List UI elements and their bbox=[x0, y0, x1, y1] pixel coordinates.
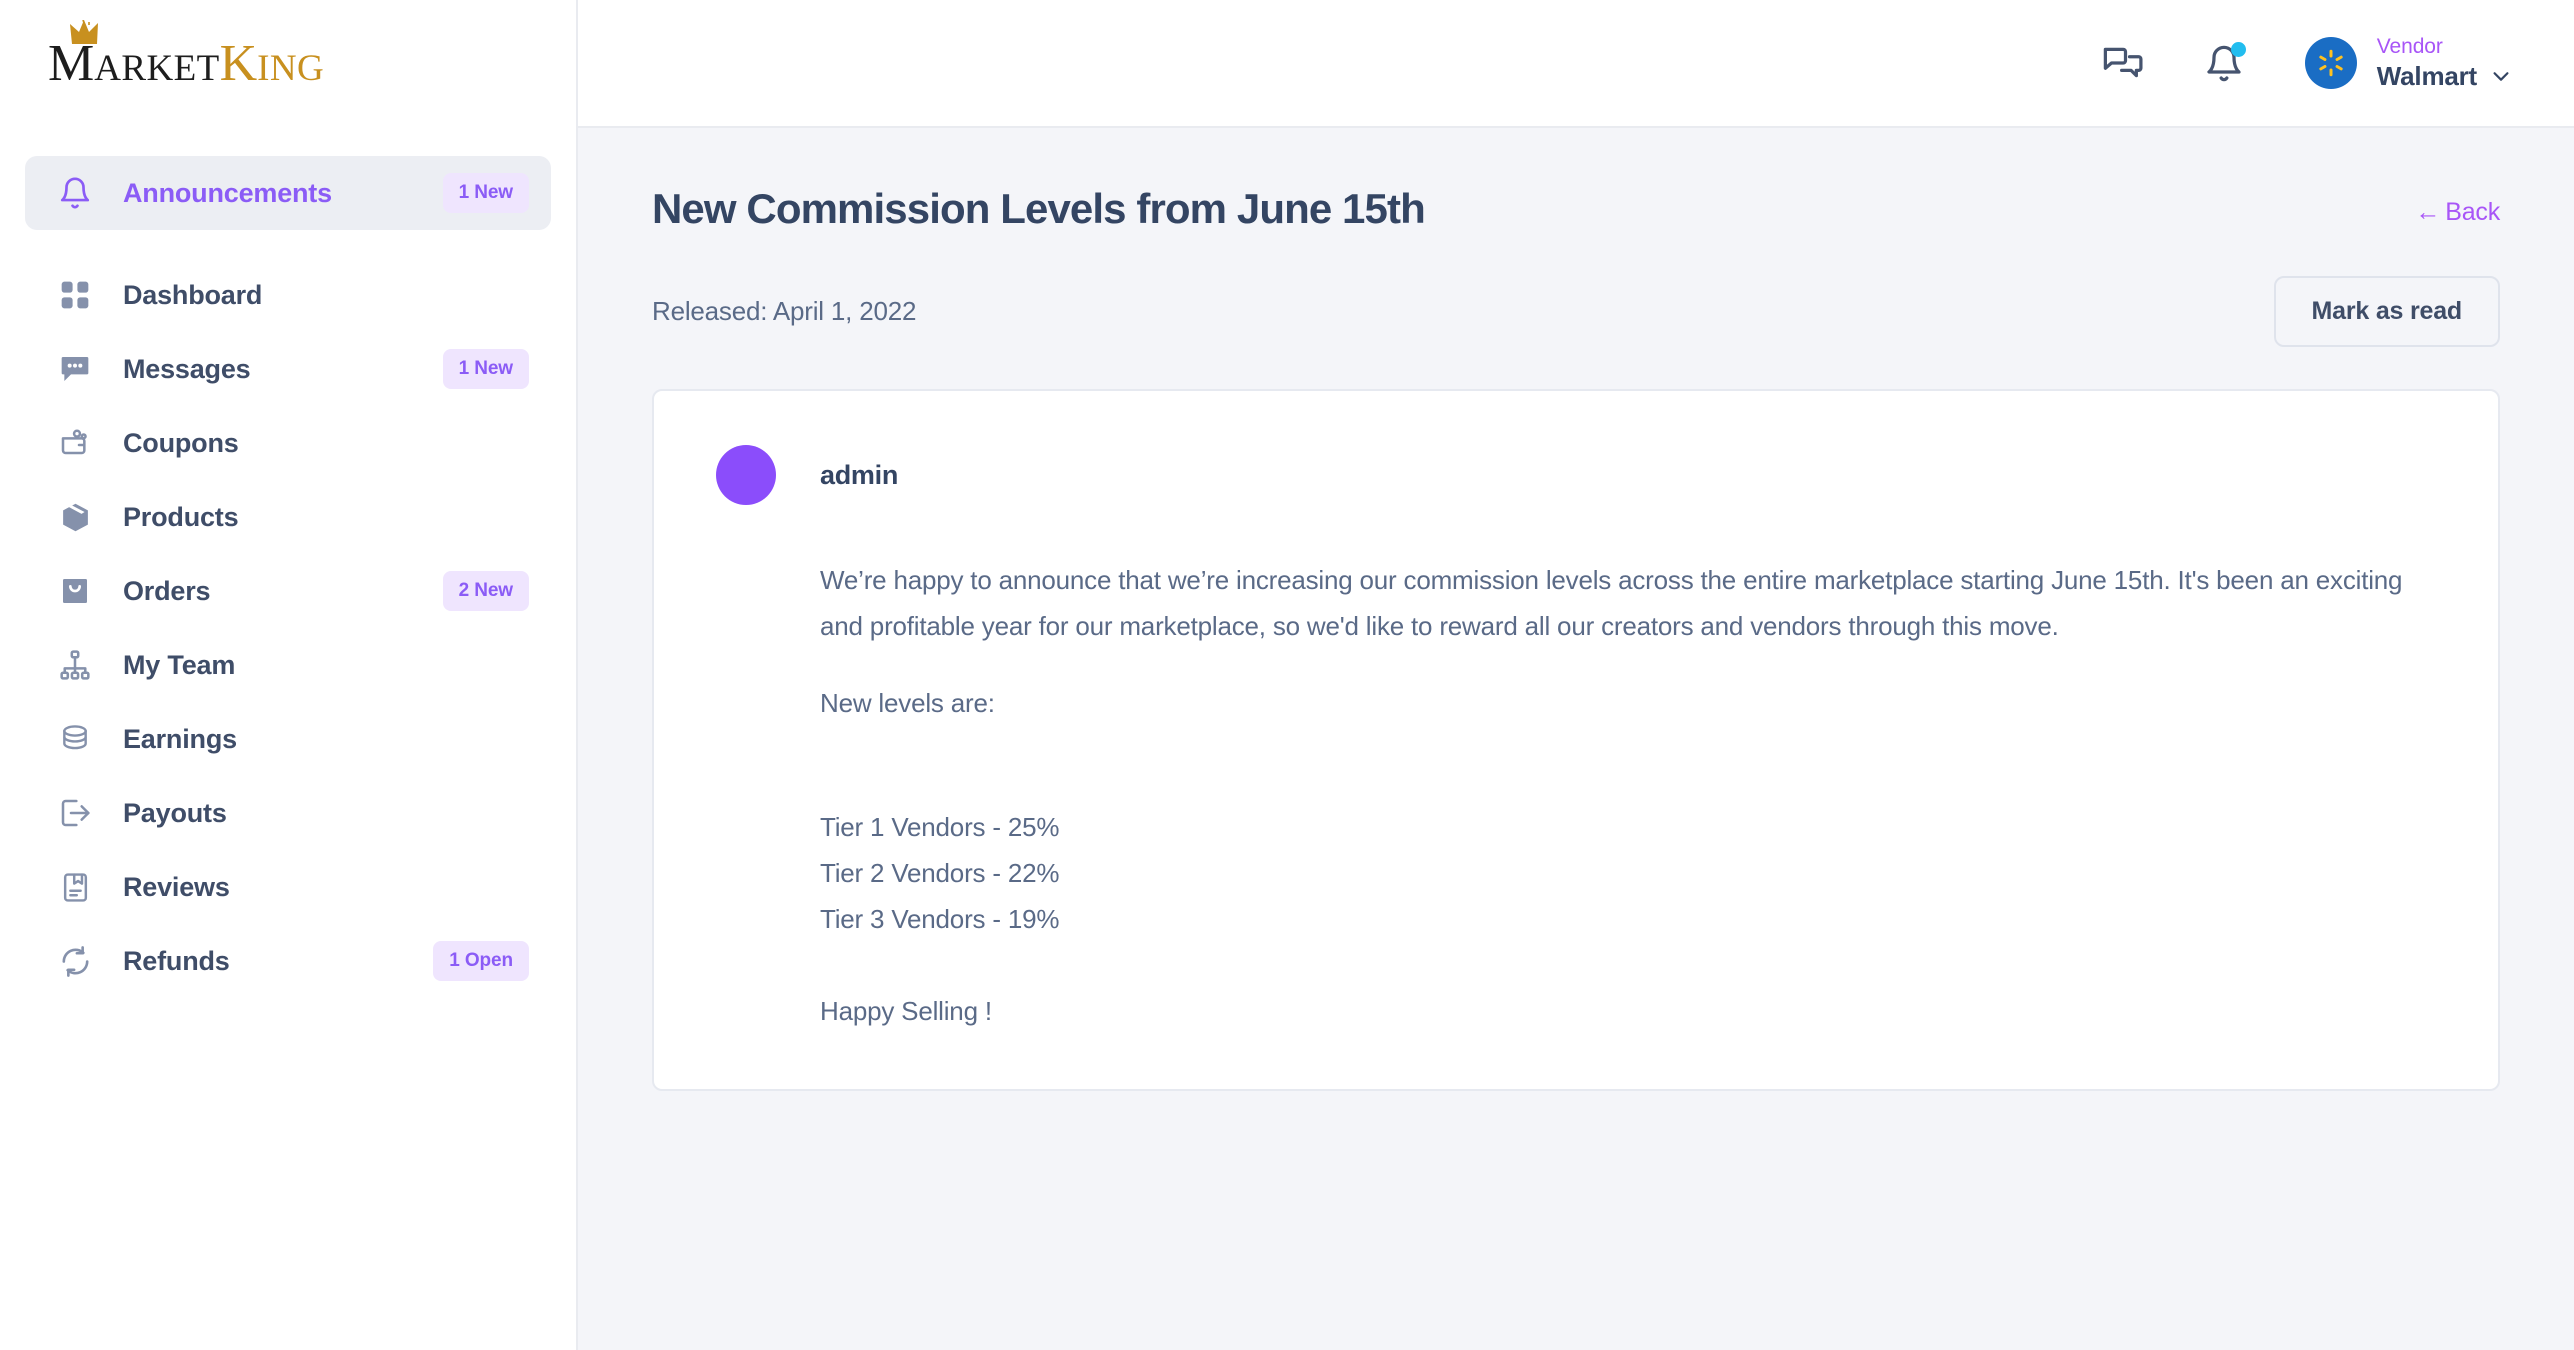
page-title: New Commission Levels from June 15th bbox=[652, 184, 1425, 234]
notification-bell-icon[interactable] bbox=[2201, 40, 2247, 86]
notification-dot bbox=[2231, 42, 2246, 57]
announcement-paragraph-2: New levels are: bbox=[820, 680, 2436, 726]
sidebar-item-coupons[interactable]: Coupons bbox=[25, 406, 551, 480]
sidebar-item-label: Announcements bbox=[123, 178, 332, 209]
author-name: admin bbox=[820, 460, 898, 491]
tier-item: Tier 2 Vendors - 22% bbox=[820, 850, 2436, 896]
sidebar-badge: 2 New bbox=[443, 571, 529, 611]
sidebar-item-label: Dashboard bbox=[123, 280, 262, 311]
mark-as-read-button[interactable]: Mark as read bbox=[2274, 276, 2500, 347]
sidebar-item-announcements[interactable]: Announcements 1 New bbox=[25, 156, 551, 230]
sidebar-item-label: Reviews bbox=[123, 872, 230, 903]
app-root: MARKETKING Announcements 1 New bbox=[0, 0, 2574, 1350]
page-meta-row: Released: April 1, 2022 Mark as read bbox=[652, 276, 2500, 347]
sidebar-item-my-team[interactable]: My Team bbox=[25, 628, 551, 702]
back-label: Back bbox=[2445, 198, 2500, 227]
announcement-body: We’re happy to announce that we’re incre… bbox=[820, 557, 2436, 1034]
logo-k: K bbox=[220, 35, 258, 92]
sidebar-item-reviews[interactable]: Reviews bbox=[25, 850, 551, 924]
avatar bbox=[716, 445, 776, 505]
sidebar-item-label: Earnings bbox=[123, 724, 237, 755]
sidebar-item-label: Orders bbox=[123, 576, 210, 607]
back-link[interactable]: ← Back bbox=[2415, 184, 2500, 227]
sidebar-divider-gap bbox=[0, 230, 576, 258]
arrow-left-icon: ← bbox=[2415, 200, 2440, 225]
announcement-paragraph-1: We’re happy to announce that we’re incre… bbox=[820, 557, 2436, 649]
tier-list: Tier 1 Vendors - 25% Tier 2 Vendors - 22… bbox=[820, 804, 2436, 942]
sidebar-item-label: Coupons bbox=[123, 428, 239, 459]
crown-icon bbox=[70, 20, 112, 46]
box-icon bbox=[53, 495, 97, 539]
profile-role: Vendor bbox=[2377, 35, 2443, 58]
announcement-author-row: admin bbox=[716, 445, 2436, 505]
refresh-icon bbox=[53, 939, 97, 983]
sidebar-item-payouts[interactable]: Payouts bbox=[25, 776, 551, 850]
main-area: Vendor Walmart New Commission Levels fro… bbox=[578, 0, 2574, 1350]
sidebar-item-dashboard[interactable]: Dashboard bbox=[25, 258, 551, 332]
sidebar-item-label: Payouts bbox=[123, 798, 227, 829]
released-date: Released: April 1, 2022 bbox=[652, 296, 916, 327]
tier-item: Tier 1 Vendors - 25% bbox=[820, 804, 2436, 850]
sidebar: MARKETKING Announcements 1 New bbox=[0, 0, 578, 1350]
walmart-spark-icon bbox=[2305, 37, 2357, 89]
sidebar-item-earnings[interactable]: Earnings bbox=[25, 702, 551, 776]
sidebar-item-refunds[interactable]: Refunds 1 Open bbox=[25, 924, 551, 998]
sidebar-item-label: Messages bbox=[123, 354, 250, 385]
sidebar-badge: 1 New bbox=[443, 173, 529, 213]
announcement-card: admin We’re happy to announce that we’re… bbox=[652, 389, 2500, 1091]
sidebar-item-orders[interactable]: Orders 2 New bbox=[25, 554, 551, 628]
payout-icon bbox=[53, 791, 97, 835]
logo-ing: ING bbox=[257, 48, 324, 89]
brand-logo[interactable]: MARKETKING bbox=[0, 0, 576, 128]
coins-icon bbox=[53, 717, 97, 761]
wallet-icon bbox=[53, 421, 97, 465]
sidebar-item-label: My Team bbox=[123, 650, 235, 681]
page-content: New Commission Levels from June 15th ← B… bbox=[578, 128, 2574, 1350]
chat-icon bbox=[53, 347, 97, 391]
sidebar-nav: Announcements 1 New Dashboard bbox=[0, 128, 576, 998]
hierarchy-icon bbox=[53, 643, 97, 687]
profile-menu[interactable]: Vendor Walmart bbox=[2305, 34, 2512, 93]
sidebar-badge: 1 Open bbox=[433, 941, 529, 981]
sidebar-badge: 1 New bbox=[443, 349, 529, 389]
sidebar-item-label: Refunds bbox=[123, 946, 230, 977]
bag-icon bbox=[53, 569, 97, 613]
chat-bubbles-icon[interactable] bbox=[2099, 40, 2145, 86]
chevron-down-icon[interactable] bbox=[2490, 65, 2512, 87]
document-icon bbox=[53, 865, 97, 909]
grid-icon bbox=[53, 273, 97, 317]
announcement-closing: Happy Selling ! bbox=[820, 988, 2436, 1034]
bell-icon bbox=[53, 171, 97, 215]
topbar: Vendor Walmart bbox=[578, 0, 2574, 128]
logo-arket: ARKET bbox=[94, 48, 219, 89]
sidebar-item-messages[interactable]: Messages 1 New bbox=[25, 332, 551, 406]
sidebar-item-products[interactable]: Products bbox=[25, 480, 551, 554]
page-header-row: New Commission Levels from June 15th ← B… bbox=[652, 128, 2500, 234]
tier-item: Tier 3 Vendors - 19% bbox=[820, 896, 2436, 942]
sidebar-item-label: Products bbox=[123, 502, 238, 533]
profile-name: Walmart bbox=[2377, 60, 2477, 93]
